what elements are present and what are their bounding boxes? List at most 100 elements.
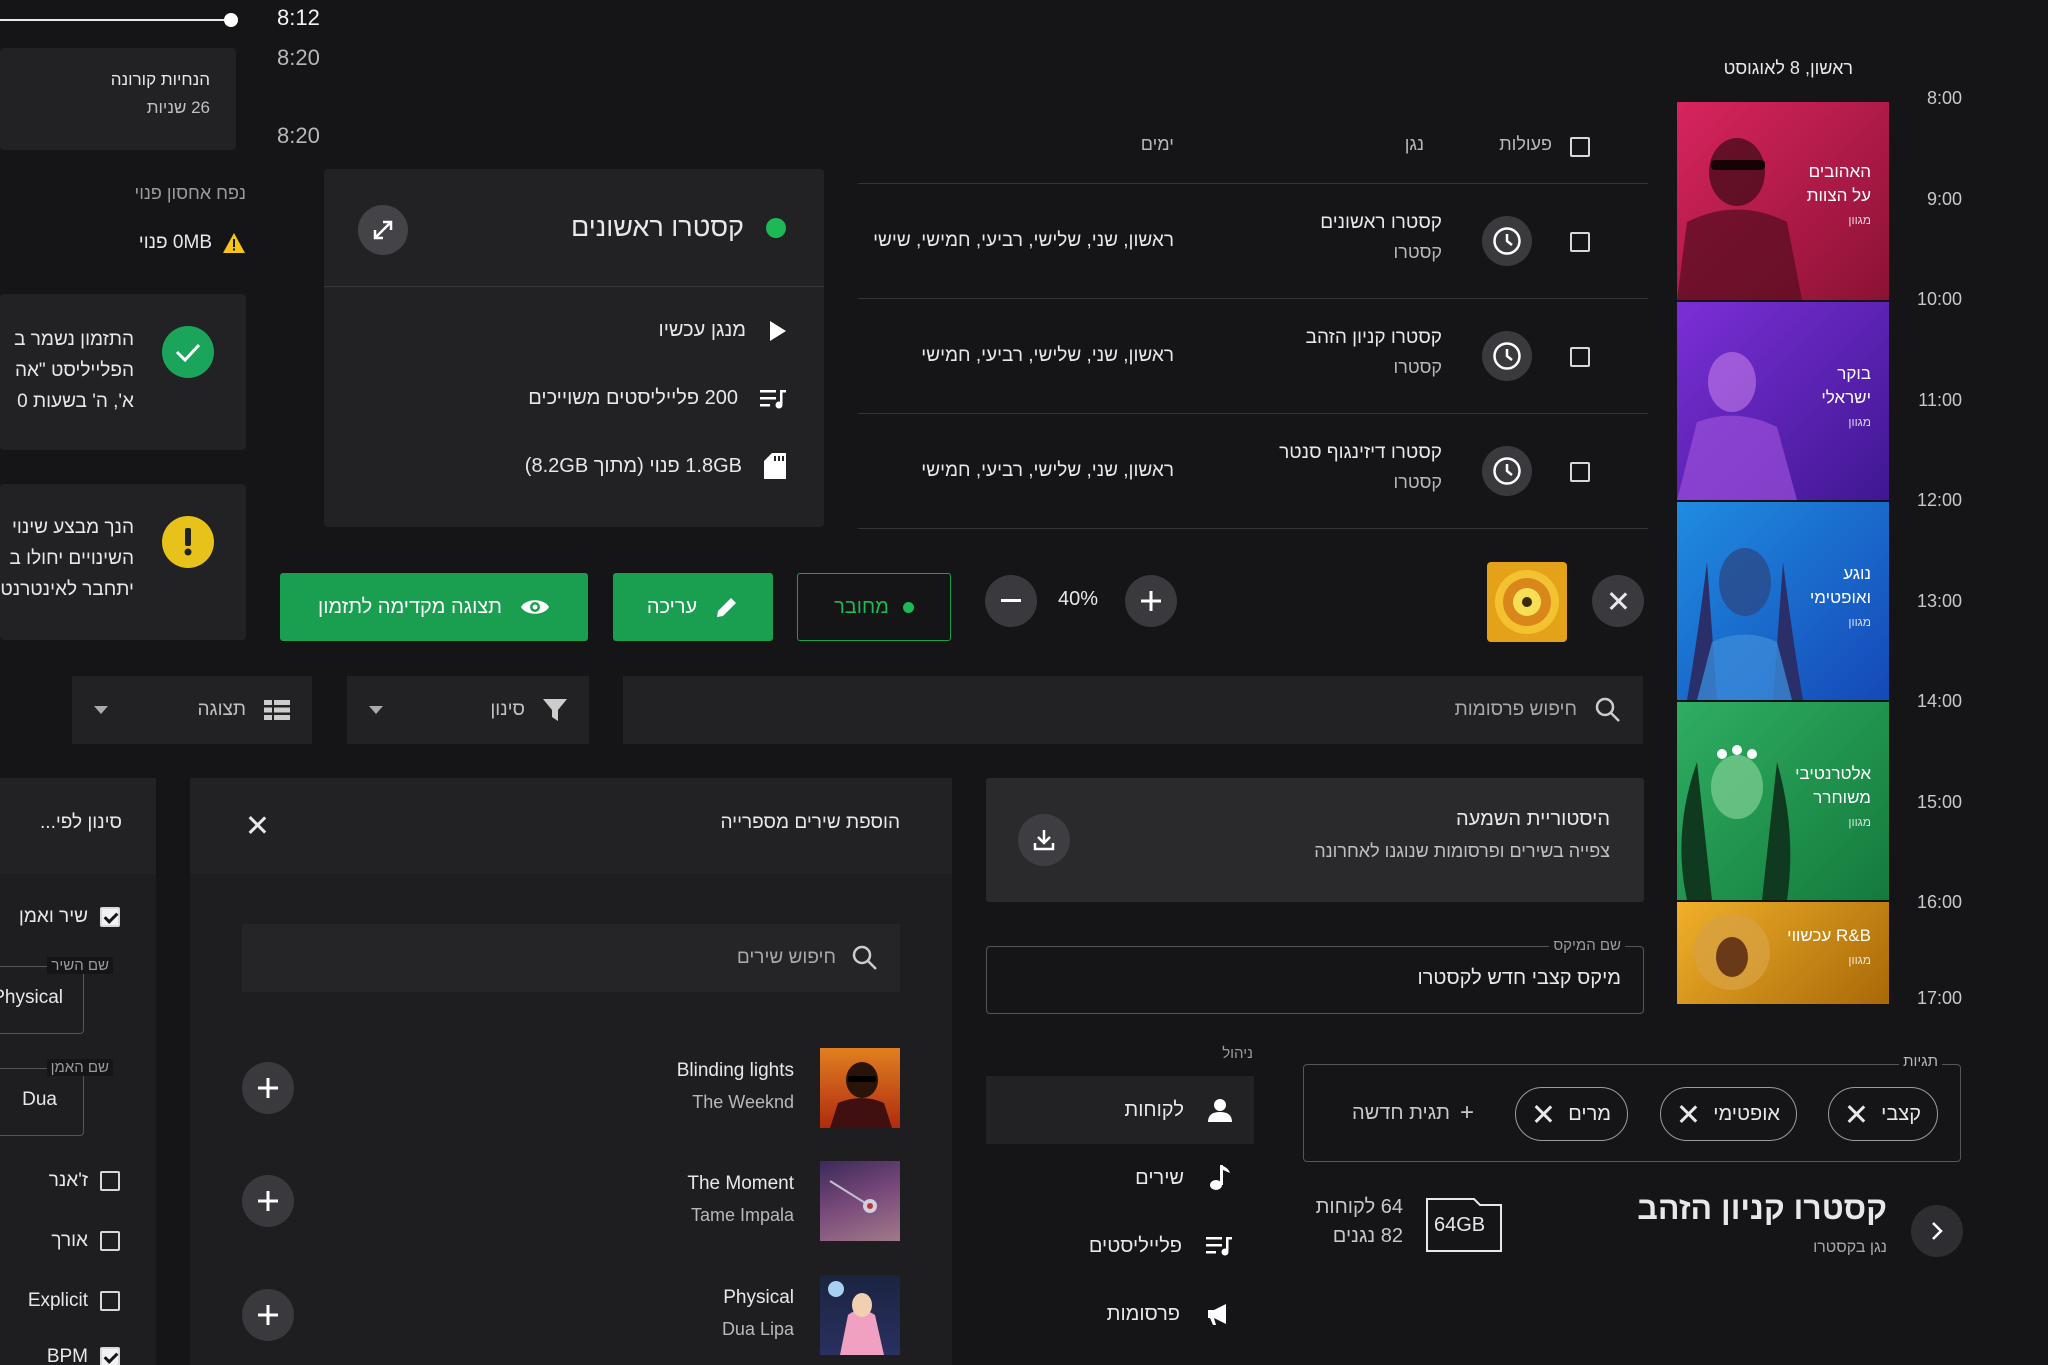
filter-option-bpm[interactable]: BPM [47,1346,120,1365]
unsaved-line: הנך מבצע שינוי [11,517,134,538]
field-label: שם השיר [47,957,113,974]
close-icon[interactable] [1845,1103,1867,1125]
storage-amount: 0MB פנוי [138,232,212,253]
progress-track[interactable] [0,19,232,21]
mix-name-field[interactable]: שם המיקס מיקס קצבי חדש לקסטרו [986,937,1644,1014]
row-type: קסטרו [1393,472,1442,492]
nav-item-playlists[interactable]: פלייליסטים [986,1212,1254,1280]
ads-search-input[interactable]: חיפוש פרסומות [1455,699,1577,721]
close-genre-button[interactable] [1592,575,1644,627]
device-row-storage[interactable]: 1.8GB פנוי (מתוך 8.2GB) [525,453,786,479]
tag-label: קצבי [1881,1102,1921,1125]
hour-label: 17:00 [1916,988,1962,1008]
history-card[interactable]: היסטוריית השמעה צפייה בשירים ופרסומות שנ… [986,778,1644,902]
plus-icon [258,1191,278,1211]
notification-time: 26 שניות [146,98,210,117]
device-row-label: 200 פלייליסטים משוייכים [528,387,738,409]
song-item[interactable]: The Moment Tame Impala [190,1151,952,1251]
add-song-button[interactable] [242,1175,294,1227]
table-row[interactable]: קסטרו קניון הזהב קסטרו ראשון, שני, שלישי… [858,299,1648,414]
edit-button[interactable]: עריכה [613,573,773,641]
connection-status: מחובר [797,573,951,641]
tag-chip[interactable]: אופטימי [1660,1087,1797,1141]
table-row[interactable]: קסטרו ראשונים קסטרו ראשון, שני, שלישי, ר… [858,184,1648,299]
filter-option-song-artist[interactable]: שיר ואמן [19,906,120,928]
calendar-tile[interactable]: R&B עכשווי מגוון [1677,902,1889,1004]
field-label: שם האמן [46,1059,113,1076]
zoom-in-button[interactable] [1125,575,1177,627]
filter-option-length[interactable]: אורך [51,1230,120,1252]
calendar-tile[interactable]: אלטרנטיבי משוחרר מגוון [1677,702,1889,900]
song-item[interactable]: Physical Dua Lipa [190,1265,952,1365]
table-row[interactable]: קסטרו דיזינגוף סנטר קסטרו ראשון, שני, של… [858,414,1648,529]
tag-chip[interactable]: מרים [1515,1087,1628,1141]
calendar-tile[interactable]: נוגע ואופטימי מגוון [1677,502,1889,700]
new-tag-button[interactable]: + תגית חדשה [1352,1099,1474,1127]
add-song-button[interactable] [242,1289,294,1341]
checkbox[interactable] [100,1291,120,1311]
checkbox[interactable] [100,907,120,927]
song-artist: Tame Impala [690,1205,794,1225]
view-list-icon [264,700,290,720]
hour-label: 14:00 [1916,691,1962,711]
schedule-button[interactable] [1482,331,1532,381]
close-icon [1607,590,1629,612]
close-icon[interactable] [1532,1103,1554,1125]
song-search-bar[interactable]: חיפוש שירים [242,924,900,992]
tag-label: מרים [1568,1102,1611,1125]
calendar-tile[interactable]: האהובים על הצוות מגוון [1677,102,1889,300]
close-icon[interactable] [246,814,268,836]
calendar-tile[interactable]: בוקר ישראלי מגוון [1677,302,1889,500]
song-search-input[interactable]: חיפוש שירים [737,947,836,969]
row-checkbox[interactable] [1570,462,1590,482]
select-all-checkbox[interactable] [1570,137,1590,157]
plus-icon [258,1078,278,1098]
checkbox[interactable] [100,1347,120,1365]
zoom-out-button[interactable] [985,575,1037,627]
nav-item-label: שירים [1135,1166,1184,1189]
filter-option-genre[interactable]: ז'אנר [49,1170,120,1192]
row-checkbox[interactable] [1570,232,1590,252]
nav-item-clients[interactable]: לקוחות [986,1076,1254,1144]
history-title: היסטוריית השמעה [1455,808,1610,830]
hour-label: 12:00 [1916,490,1962,510]
notification-title: הנחיות קורונה [110,70,210,89]
expand-button[interactable] [358,205,408,255]
nav-item-ads[interactable]: פרסומות [986,1280,1254,1348]
tag-chip[interactable]: קצבי [1828,1087,1938,1141]
row-checkbox[interactable] [1570,347,1590,367]
schedule-button[interactable] [1482,216,1532,266]
plus-icon [258,1305,278,1325]
album-cover [820,1275,900,1355]
filter-dropdown[interactable]: סינון [347,676,589,744]
artist-name-field[interactable]: שם האמן Dua [0,1059,113,1136]
unsaved-changes-card[interactable]: הנך מבצע שינוי השינויים יחולו ב יתחבר לא… [0,484,246,640]
checkbox[interactable] [100,1171,120,1191]
mix-name-input[interactable]: מיקס קצבי חדש לקסטרו [1418,967,1621,990]
filter-option-explicit[interactable]: Explicit [28,1290,120,1312]
playlist-icon [1206,1237,1232,1256]
add-song-button[interactable] [242,1062,294,1114]
checkbox[interactable] [100,1231,120,1251]
song-item[interactable]: Blinding lights The Weeknd [190,1038,952,1138]
storage-value: 0MB פנוי [60,232,246,254]
close-icon[interactable] [1677,1103,1699,1125]
col-actions: פעולות [1499,134,1552,154]
view-dropdown[interactable]: תצוגה [72,676,312,744]
schedule-button[interactable] [1482,446,1532,496]
song-name-field[interactable]: שם השיר Physical [0,957,113,1034]
ads-search-bar[interactable]: חיפוש פרסומות [623,676,1643,744]
device-row-playing[interactable]: מנגן עכשיו [659,319,786,342]
branch-next-button[interactable] [1911,1205,1963,1257]
row-days: ראשון, שני, שלישי, רביעי, חמישי [921,460,1174,481]
clock-icon [1493,227,1521,255]
tile-sub: מגוון [1848,615,1871,629]
sync-saved-card[interactable]: התזמון נשמר ב הפלייליסט "אה א', ה' בשעות… [0,294,246,450]
device-row-playlists[interactable]: 200 פלייליסטים משוייכים [528,387,786,410]
song-artist: Dua Lipa [721,1319,794,1339]
notification-card[interactable]: הנחיות קורונה 26 שניות [0,48,236,150]
nav-item-songs[interactable]: שירים [986,1144,1254,1212]
progress-handle[interactable] [224,13,238,27]
preview-button[interactable]: תצוגה מקדימה לתזמון [280,573,588,641]
download-button[interactable] [1018,814,1070,866]
